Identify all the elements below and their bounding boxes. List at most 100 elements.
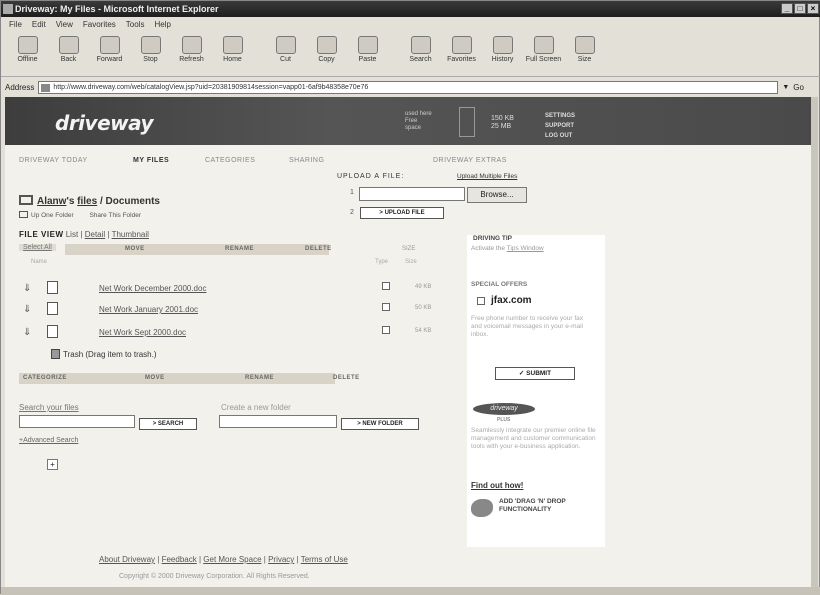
file-checkbox[interactable] — [382, 326, 390, 334]
size-button[interactable]: Size — [566, 33, 603, 63]
offer-checkbox[interactable] — [477, 297, 485, 305]
trash-icon — [51, 349, 60, 359]
select-all-link[interactable]: Select All — [19, 244, 56, 251]
tab-driveway-extras[interactable]: DRIVEWAY EXTRAS — [433, 157, 507, 164]
support-link[interactable]: SUPPORT — [545, 121, 575, 131]
trash-drop-target[interactable]: Trash (Drag item to trash.) — [51, 349, 157, 359]
cut-button[interactable]: Cut — [267, 33, 304, 63]
home-icon — [222, 36, 243, 54]
share-folder-link[interactable]: Share This Folder — [89, 212, 141, 219]
rename-button[interactable]: RENAME — [245, 375, 274, 381]
tips-window-link[interactable]: Tips Window — [507, 245, 544, 252]
file-checkbox[interactable] — [382, 282, 390, 290]
checkmark-icon: ✓ — [518, 370, 525, 377]
breadcrumb-files[interactable]: files — [77, 196, 97, 207]
copy-button[interactable]: Copy — [308, 33, 345, 63]
rename-button[interactable]: RENAME — [225, 246, 254, 252]
upload-file-input[interactable] — [359, 187, 465, 201]
site-header: driveway used here Free space 150 KB 25 … — [5, 97, 813, 145]
new-folder-input[interactable] — [219, 415, 337, 428]
file-view-label: FILE VIEW — [19, 230, 64, 239]
tab-my-files[interactable]: MY FILES — [133, 157, 169, 164]
search-input[interactable] — [19, 415, 135, 428]
close-button[interactable]: × — [807, 3, 819, 14]
go-button[interactable]: Go — [793, 83, 804, 92]
menu-favorites[interactable]: Favorites — [83, 18, 116, 32]
vertical-scrollbar[interactable] — [811, 97, 818, 587]
search-submit-button[interactable]: > SEARCH — [139, 418, 197, 430]
column-name: Name — [31, 259, 48, 265]
tab-driveway-today[interactable]: DRIVEWAY TODAY — [19, 157, 88, 164]
menu-bar: File Edit View Favorites Tools Help — [1, 18, 820, 32]
upload-file-button[interactable]: > UPLOAD FILE — [360, 207, 444, 219]
footer-terms[interactable]: Terms of Use — [301, 555, 348, 564]
logout-link[interactable]: LOG OUT — [545, 131, 575, 141]
stop-button[interactable]: Stop — [132, 33, 169, 63]
footer-privacy[interactable]: Privacy — [268, 555, 294, 564]
address-input[interactable]: http://www.driveway.com/web/catalogView.… — [38, 80, 779, 94]
file-link[interactable]: Net Work Sept 2000.doc — [99, 328, 186, 337]
search-button[interactable]: Search — [402, 33, 439, 63]
offer-text: Free phone number to receive your fax an… — [471, 315, 584, 338]
footer-more-space[interactable]: Get More Space — [203, 555, 261, 564]
drag-drop-link[interactable]: ADD 'DRAG 'N' DROP FUNCTIONALITY — [499, 498, 566, 514]
file-link[interactable]: Net Work January 2001.doc — [99, 305, 198, 314]
refresh-button[interactable]: Refresh — [173, 33, 210, 63]
view-thumbnail[interactable]: Thumbnail — [112, 230, 149, 239]
maximize-button[interactable]: □ — [794, 3, 806, 14]
text-size-icon — [574, 36, 595, 54]
delete-button[interactable]: DELETE — [305, 246, 332, 252]
tab-sharing[interactable]: SHARING — [289, 157, 324, 164]
folder-tree-expand-icon[interactable]: + — [47, 459, 58, 470]
offline-button[interactable]: Offline — [9, 33, 46, 63]
move-button[interactable]: MOVE — [125, 246, 145, 252]
view-list[interactable]: List — [66, 230, 78, 239]
footer-feedback[interactable]: Feedback — [162, 555, 197, 564]
menu-file[interactable]: File — [9, 18, 22, 32]
download-icon[interactable]: ⇓ — [23, 283, 31, 294]
upload-row-number: 1 — [350, 189, 354, 196]
forward-icon — [99, 36, 120, 54]
paste-button[interactable]: Paste — [349, 33, 386, 63]
driveway-logo[interactable]: driveway — [55, 111, 154, 135]
up-one-folder-link[interactable]: Up One Folder — [31, 212, 74, 219]
menu-view[interactable]: View — [56, 18, 73, 32]
file-checkbox[interactable] — [382, 303, 390, 311]
address-bar: Address http://www.driveway.com/web/cata… — [1, 79, 820, 95]
new-folder-button[interactable]: > NEW FOLDER — [341, 418, 419, 430]
favorites-button[interactable]: Favorites — [443, 33, 480, 63]
tab-categories[interactable]: CATEGORIES — [205, 157, 255, 164]
forward-button[interactable]: Forward — [91, 33, 128, 63]
address-dropdown-icon[interactable]: ▼ — [782, 84, 789, 91]
fullscreen-button[interactable]: Full Screen — [525, 33, 562, 63]
footer-about[interactable]: About Driveway — [99, 555, 155, 564]
folder-icon — [19, 195, 33, 205]
paste-icon — [357, 36, 378, 54]
view-detail[interactable]: Detail — [85, 230, 105, 239]
download-icon[interactable]: ⇓ — [23, 304, 31, 315]
history-button[interactable]: History — [484, 33, 521, 63]
find-out-how-link[interactable]: Find out how! — [471, 481, 523, 490]
breadcrumb-user[interactable]: Alanw — [37, 196, 66, 207]
menu-edit[interactable]: Edit — [32, 18, 46, 32]
refresh-icon — [181, 36, 202, 54]
download-icon[interactable]: ⇓ — [23, 327, 31, 338]
trash-label: Trash — [63, 350, 84, 359]
menu-help[interactable]: Help — [154, 18, 170, 32]
settings-link[interactable]: SETTINGS — [545, 111, 575, 121]
folder-actions: Up One Folder Share This Folder — [19, 211, 141, 219]
browse-button[interactable]: Browse... — [467, 187, 527, 203]
advanced-search-link[interactable]: +Advanced Search — [19, 437, 78, 444]
back-button[interactable]: Back — [50, 33, 87, 63]
delete-button[interactable]: DELETE — [333, 375, 360, 381]
move-button[interactable]: MOVE — [145, 375, 165, 381]
categorize-button[interactable]: CATEGORIZE — [23, 375, 67, 381]
home-button[interactable]: Home — [214, 33, 251, 63]
menu-tools[interactable]: Tools — [126, 18, 145, 32]
page-icon — [41, 83, 51, 92]
file-link[interactable]: Net Work December 2000.doc — [99, 284, 206, 293]
upload-multiple-link[interactable]: Upload Multiple Files — [457, 173, 517, 180]
minimize-button[interactable]: _ — [781, 3, 793, 14]
submit-button[interactable]: ✓ SUBMIT — [495, 367, 575, 380]
window-controls: _ □ × — [781, 3, 819, 14]
